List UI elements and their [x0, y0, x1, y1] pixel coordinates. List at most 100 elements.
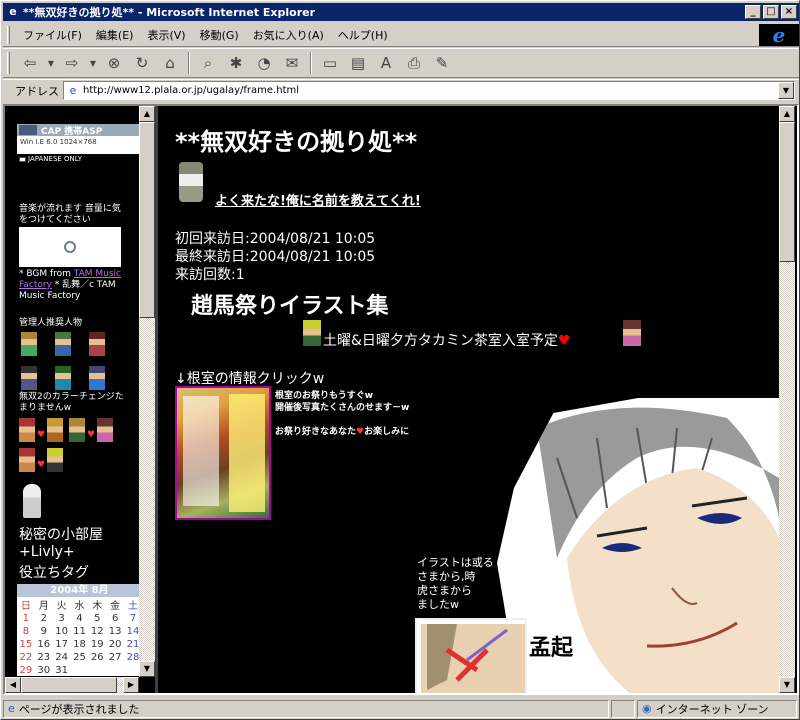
character-sprite — [47, 448, 63, 472]
calendar-day[interactable]: 23 — [35, 651, 53, 664]
calendar-day[interactable]: 26 — [88, 651, 106, 664]
home-icon[interactable]: ⌂ — [159, 52, 181, 74]
font-icon[interactable]: A — [375, 52, 397, 74]
livly-link[interactable]: +Livly+ — [19, 544, 75, 560]
calendar-day — [106, 664, 124, 677]
menu-edit[interactable]: 編集(E) — [89, 27, 141, 43]
mail-icon[interactable]: ✉ — [281, 52, 303, 74]
media-player-icon[interactable] — [64, 241, 76, 253]
calendar-day[interactable]: 29 — [17, 664, 35, 677]
character-sprite — [21, 366, 37, 390]
menu-help[interactable]: ヘルプ(H) — [331, 27, 395, 43]
page-icon: e — [69, 83, 77, 97]
scroll-down-icon[interactable]: ▼ — [779, 677, 795, 693]
menu-view[interactable]: 表示(V) — [140, 27, 192, 43]
scroll-thumb[interactable] — [21, 677, 117, 693]
heart-icon: ♥ — [37, 460, 46, 470]
character-sprite — [21, 332, 37, 356]
calendar-day[interactable]: 15 — [17, 638, 35, 651]
heart-icon: ♥ — [87, 430, 96, 440]
calendar-day[interactable]: 19 — [88, 638, 106, 651]
menu-favorites[interactable]: お気に入り(A) — [246, 27, 331, 43]
fullscreen-icon[interactable]: ▭ — [319, 52, 341, 74]
calendar-day[interactable]: 16 — [35, 638, 53, 651]
scroll-left-icon[interactable]: ◀ — [5, 677, 21, 693]
ma-chao-illustration[interactable] — [415, 618, 527, 693]
calendar-day[interactable]: 11 — [71, 625, 89, 638]
calendar-day[interactable]: 24 — [53, 651, 71, 664]
left-vertical-scrollbar[interactable]: ▲ ▼ — [139, 106, 155, 677]
menu-file[interactable]: ファイル(F) — [16, 27, 89, 43]
ghost-sprite[interactable] — [23, 484, 41, 518]
channels-icon[interactable]: ▤ — [347, 52, 369, 74]
scroll-up-icon[interactable]: ▲ — [139, 106, 155, 122]
calendar-day[interactable]: 18 — [71, 638, 89, 651]
back-dropdown-icon[interactable]: ▼ — [47, 52, 55, 74]
forward-dropdown-icon[interactable]: ▼ — [89, 52, 97, 74]
scroll-up-icon[interactable]: ▲ — [779, 106, 795, 122]
maximize-button[interactable]: □ — [763, 5, 779, 19]
scroll-thumb[interactable] — [139, 122, 155, 318]
calendar-day[interactable]: 20 — [106, 638, 124, 651]
calendar-day[interactable]: 9 — [35, 625, 53, 638]
festival-text-3b: お楽しみに — [364, 427, 410, 437]
search-icon[interactable]: ⌕ — [197, 52, 219, 74]
calendar-day[interactable]: 6 — [106, 612, 124, 625]
festival-poster[interactable] — [175, 386, 271, 520]
scroll-right-icon[interactable]: ▶ — [123, 677, 139, 693]
status-bar: e ページが表示されました ◉ インターネット ゾーン — [3, 698, 799, 719]
character-sprite — [89, 332, 105, 356]
illust-heading-link[interactable]: 趙馬祭りイラスト集 — [191, 288, 389, 320]
refresh-icon[interactable]: ↻ — [131, 52, 153, 74]
calendar-day[interactable]: 17 — [53, 638, 71, 651]
minimize-button[interactable]: _ — [745, 5, 761, 19]
print-icon[interactable]: ⎙ — [403, 52, 425, 74]
cap-banner[interactable]: CAP 携帯ASP Win I.E 6.0 1024×768 — [17, 124, 142, 154]
scroll-down-icon[interactable]: ▼ — [139, 661, 155, 677]
calendar-week: 8 9 10 11 12 13 14 — [17, 625, 142, 638]
address-dropdown-icon[interactable]: ▼ — [778, 82, 794, 99]
close-button[interactable]: × — [781, 5, 797, 19]
calendar-day[interactable]: 13 — [106, 625, 124, 638]
calendar-day[interactable]: 27 — [106, 651, 124, 664]
left-horizontal-scrollbar[interactable]: ◀ ▶ — [5, 677, 139, 693]
main-vertical-scrollbar[interactable]: ▲ ▼ — [779, 106, 795, 693]
japanese-only-badge: JAPANESE ONLY — [19, 155, 82, 163]
calendar-day[interactable]: 3 — [53, 612, 71, 625]
calendar-day[interactable]: 5 — [88, 612, 106, 625]
forward-icon[interactable]: ⇨ — [61, 52, 83, 74]
edit-icon[interactable]: ✎ — [431, 52, 453, 74]
calendar-day[interactable]: 8 — [17, 625, 35, 638]
character-sprite — [47, 418, 63, 442]
name-entry-link[interactable]: よく来たな!俺に名前を教えてくれ! — [215, 190, 421, 209]
calendar-day[interactable]: 22 — [17, 651, 35, 664]
main-frame: **無双好きの拠り処** よく来たな!俺に名前を教えてくれ! 初回来訪日:200… — [161, 106, 779, 693]
calendar-day[interactable]: 10 — [53, 625, 71, 638]
address-input[interactable]: e http://www12.plala.or.jp/ugalay/frame.… — [63, 81, 795, 100]
calendar-day[interactable]: 25 — [71, 651, 89, 664]
calendar-week: 15 16 17 18 19 20 21 — [17, 638, 142, 651]
address-label: アドレス — [15, 84, 59, 98]
stop-icon[interactable]: ⊗ — [103, 52, 125, 74]
color-change-note: 無双2のカラーチェンジたまりませんw — [19, 392, 124, 413]
back-icon[interactable]: ⇦ — [19, 52, 41, 74]
secret-room-link[interactable]: 秘密の小部屋 — [19, 524, 103, 544]
useful-tags-link[interactable]: 役立ちタグ — [19, 562, 89, 582]
toolbar-grip — [7, 52, 10, 74]
calendar-day[interactable]: 31 — [53, 664, 71, 677]
history-icon[interactable]: ◔ — [253, 52, 275, 74]
calendar-week: 29 30 31 — [17, 664, 142, 677]
calendar-day[interactable]: 30 — [35, 664, 53, 677]
character-sprite — [303, 320, 321, 346]
status-zone-panel: ◉ インターネット ゾーン — [637, 699, 797, 718]
calendar-day[interactable]: 2 — [35, 612, 53, 625]
favorites-icon[interactable]: ✱ — [225, 52, 247, 74]
calendar-day[interactable]: 4 — [71, 612, 89, 625]
window-title: **無双好きの拠り処** - Microsoft Internet Explor… — [23, 6, 315, 19]
calendar-day[interactable]: 12 — [88, 625, 106, 638]
scroll-thumb[interactable] — [779, 122, 795, 262]
music-player[interactable] — [19, 227, 121, 267]
menu-go[interactable]: 移動(G) — [193, 27, 246, 43]
calendar-day[interactable]: 1 — [17, 612, 35, 625]
browser-requirements: Win I.E 6.0 1024×768 — [20, 138, 97, 146]
